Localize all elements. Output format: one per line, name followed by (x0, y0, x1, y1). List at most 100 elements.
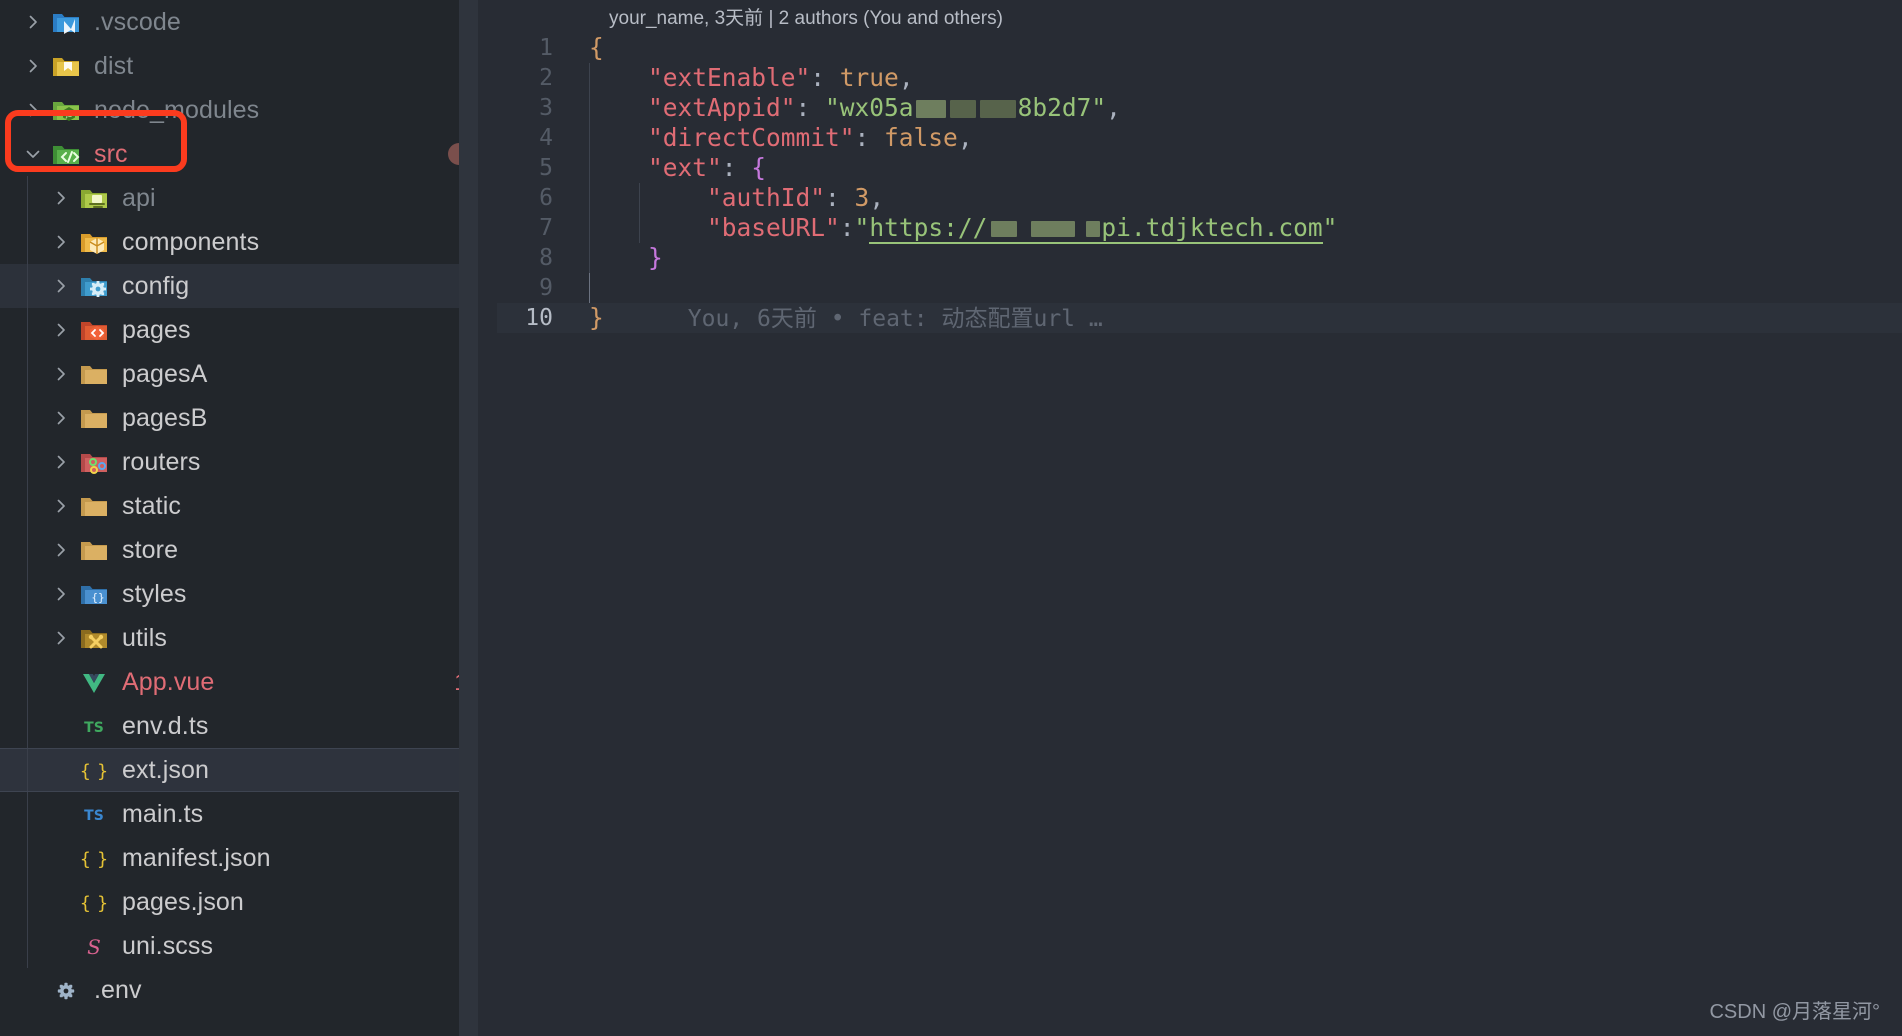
json-key: "authId" (707, 183, 825, 212)
redaction-block (991, 221, 1017, 237)
tree-item-label: manifest.json (122, 844, 271, 873)
chevron-right-icon[interactable] (46, 541, 76, 559)
tree-item-node-modules[interactable]: js node_modules (0, 88, 497, 132)
tree-item-store[interactable]: store (0, 528, 497, 572)
baseurl-link[interactable]: https://pi.tdjktech.com (869, 213, 1322, 244)
tree-item-pagesa[interactable]: pagesA (0, 352, 497, 396)
line-text[interactable]: "ext": { (575, 153, 766, 183)
file-tree[interactable]: .vscodedist js node_modulessrcapicomponent… (0, 0, 497, 1012)
line-text[interactable]: "directCommit": false, (575, 123, 973, 153)
line-text[interactable] (575, 273, 604, 303)
tree-item-env-d-ts[interactable]: TSenv.d.ts (0, 704, 497, 748)
json-file-icon: { } (76, 887, 112, 917)
indent-guide (589, 123, 590, 153)
chevron-right-icon[interactable] (18, 101, 48, 119)
node-folder-icon: js (48, 95, 84, 125)
code-line[interactable]: 9 (497, 273, 1902, 303)
line-text[interactable]: "extEnable": true, (575, 63, 914, 93)
line-text[interactable]: "extAppid": "wx05a8b2d7", (575, 93, 1121, 123)
tree-item--vscode[interactable]: .vscode (0, 0, 497, 44)
chevron-right-icon[interactable] (46, 585, 76, 603)
code-line[interactable]: 8 } (497, 243, 1902, 273)
colon: : (840, 213, 855, 242)
code-line[interactable]: 2 "extEnable": true, (497, 63, 1902, 93)
json-value-boolean: true (840, 63, 899, 92)
code-line[interactable]: 3 "extAppid": "wx05a8b2d7", (497, 93, 1902, 123)
code-line[interactable]: 7 "baseURL":"https://pi.tdjktech.com" (497, 213, 1902, 243)
tree-item-api[interactable]: api (0, 176, 497, 220)
indent-guide (639, 213, 640, 243)
tree-item-main-ts[interactable]: TSmain.ts (0, 792, 497, 836)
code-line[interactable]: 6 "authId": 3, (497, 183, 1902, 213)
tree-item-ext-json[interactable]: { }ext.json (0, 748, 497, 792)
plain-folder-icon (76, 491, 112, 521)
tree-item-dist[interactable]: dist (0, 44, 497, 88)
code-line[interactable]: 4 "directCommit": false, (497, 123, 1902, 153)
tree-item-label: env.d.ts (122, 712, 209, 741)
code-line[interactable]: 5 "ext": { (497, 153, 1902, 183)
utils-folder-icon (76, 623, 112, 653)
line-text[interactable]: } (575, 243, 663, 273)
chevron-right-icon[interactable] (46, 409, 76, 427)
cursor-indent-guide (589, 273, 590, 303)
tree-item-label: pages.json (122, 888, 244, 917)
tree-item-config[interactable]: config (0, 264, 497, 308)
tree-item-label: node_modules (94, 96, 259, 125)
chevron-right-icon[interactable] (46, 497, 76, 515)
tree-item-uni-scss[interactable]: Suni.scss (0, 924, 497, 968)
chevron-down-icon[interactable] (18, 145, 48, 163)
svg-text:{ }: { } (80, 893, 109, 914)
tree-item-utils[interactable]: utils (0, 616, 497, 660)
file-explorer-panel[interactable]: .vscodedist js node_modulessrcapicomponent… (0, 0, 497, 1036)
line-text[interactable]: { (575, 33, 604, 63)
tree-item-pages-json[interactable]: { } pages.json (0, 880, 497, 924)
plain-folder-icon (76, 359, 112, 389)
chevron-right-icon[interactable] (18, 57, 48, 75)
indent-guide (27, 484, 28, 528)
chevron-right-icon[interactable] (46, 233, 76, 251)
code-line-active[interactable]: 10 }You, 6天前 • feat: 动态配置url … (497, 303, 1902, 333)
json-file-icon: { } (76, 843, 112, 873)
indent-guide (589, 63, 590, 93)
tree-item-app-vue[interactable]: App.vue1 (0, 660, 497, 704)
code-editor-panel[interactable]: your_name, 3天前 | 2 authors (You and othe… (497, 0, 1902, 1036)
chevron-right-icon[interactable] (46, 629, 76, 647)
indent-guide (27, 352, 28, 396)
tree-item-routers[interactable]: routers (0, 440, 497, 484)
styles-folder-icon: {} (76, 579, 112, 609)
tree-item-pages[interactable]: pages (0, 308, 497, 352)
tree-item-label: styles (122, 580, 187, 609)
tree-item-pagesb[interactable]: pagesB (0, 396, 497, 440)
close-brace: } (589, 303, 604, 332)
tree-item-label: utils (122, 624, 167, 653)
chevron-right-icon[interactable] (46, 453, 76, 471)
line-text[interactable]: "baseURL":"https://pi.tdjktech.com" (575, 213, 1337, 243)
tree-item-src[interactable]: src (0, 132, 497, 176)
tree-item-styles[interactable]: {} styles (0, 572, 497, 616)
chevron-right-icon[interactable] (46, 365, 76, 383)
chevron-right-icon[interactable] (46, 277, 76, 295)
explorer-scrollbar[interactable] (459, 0, 478, 1036)
indent-guide (27, 880, 28, 924)
chevron-right-icon[interactable] (18, 13, 48, 31)
line-text[interactable]: "authId": 3, (575, 183, 884, 213)
indent-guide (589, 213, 590, 243)
json-key: "extAppid" (648, 93, 796, 122)
gear-file-icon (48, 975, 84, 1005)
tree-item-components[interactable]: components (0, 220, 497, 264)
tree-item-static[interactable]: static (0, 484, 497, 528)
indent-guide (27, 924, 28, 968)
code-content[interactable]: 1 { 2 "extEnable": true, 3 "extAppid": "… (497, 33, 1902, 333)
chevron-right-icon[interactable] (46, 321, 76, 339)
colon: : (855, 123, 885, 152)
svg-text:{ }: { } (80, 761, 109, 782)
code-line[interactable]: 1 { (497, 33, 1902, 63)
line-text[interactable]: }You, 6天前 • feat: 动态配置url … (575, 303, 1103, 334)
tree-item-manifest-json[interactable]: { } manifest.json (0, 836, 497, 880)
chevron-right-icon[interactable] (46, 189, 76, 207)
tree-item-label: App.vue (122, 668, 214, 697)
plain-folder-icon (76, 535, 112, 565)
line-number: 3 (497, 93, 575, 123)
inline-git-blame[interactable]: You, 6天前 • feat: 动态配置url … (604, 306, 1103, 332)
tree-item--env[interactable]: .env (0, 968, 497, 1012)
